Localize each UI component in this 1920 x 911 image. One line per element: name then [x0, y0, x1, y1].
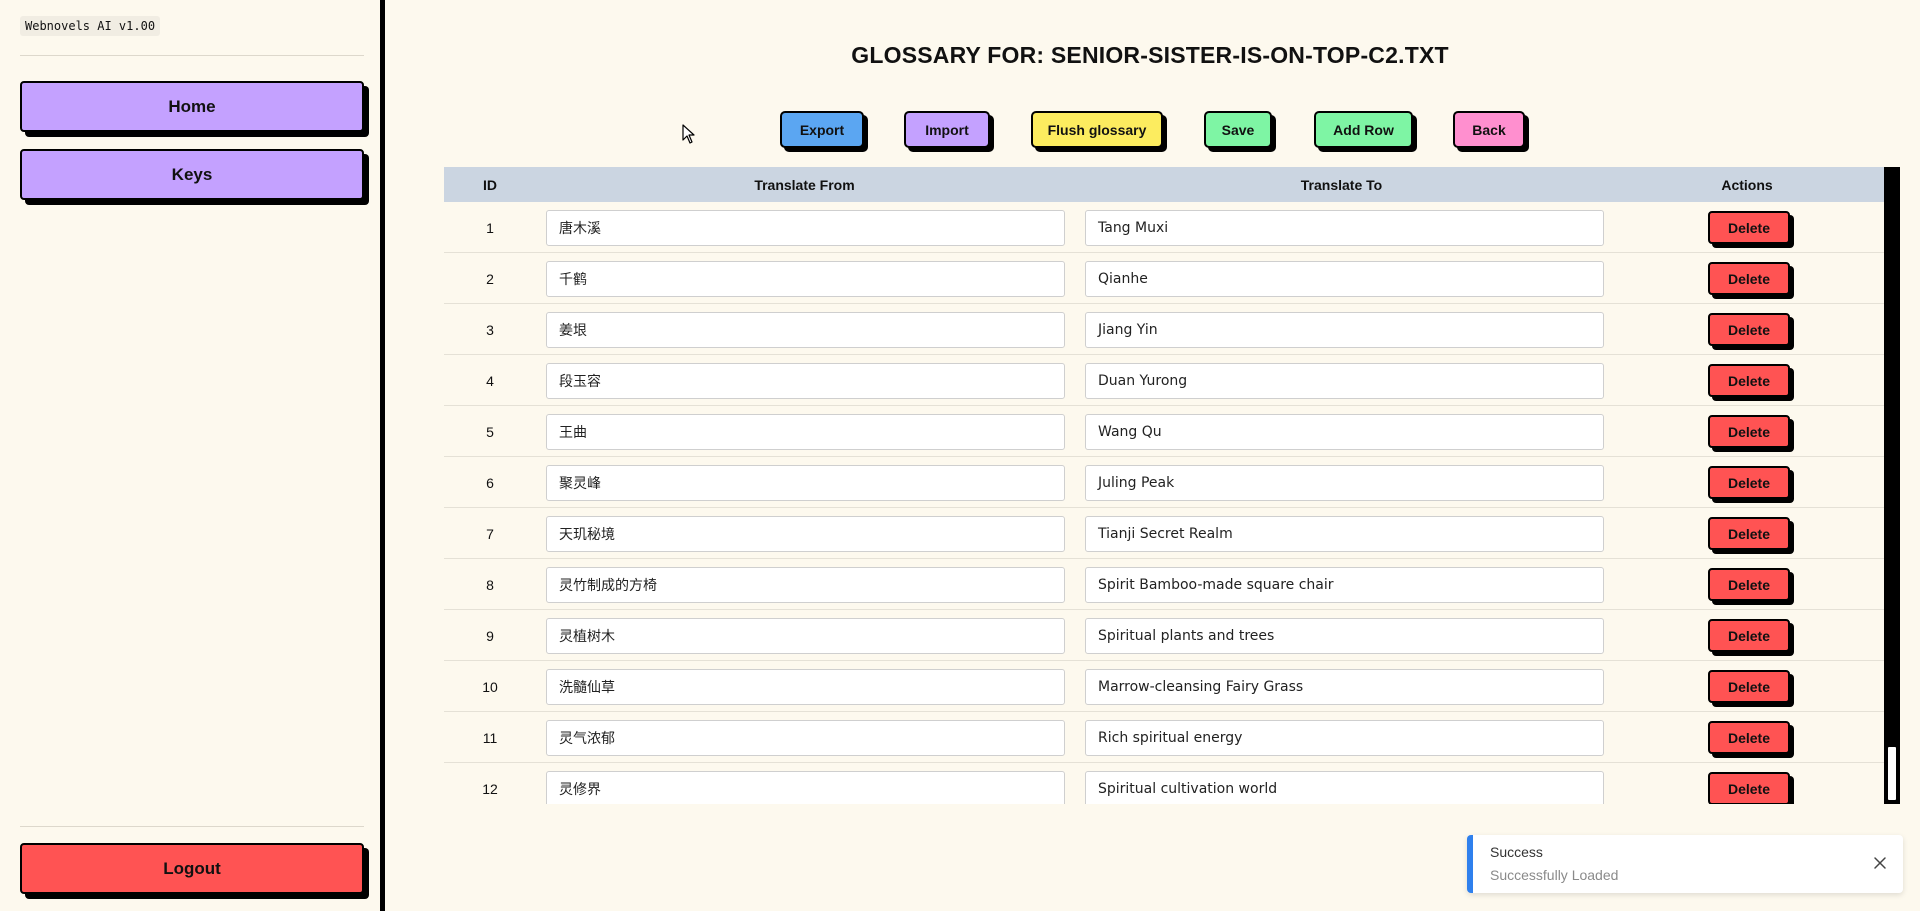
table-row: 4 段玉容 Duan Yurong Delete [444, 355, 1884, 406]
keys-button[interactable]: Keys [20, 149, 364, 200]
table-row: 8 灵竹制成的方椅 Spirit Bamboo-made square chair D… [444, 559, 1884, 610]
row-id: 10 [482, 678, 498, 695]
header-translate-from: Translate From [754, 176, 855, 193]
row-id: 3 [486, 321, 494, 338]
toast-title: Success [1490, 844, 1543, 860]
table-scrollbar[interactable] [1884, 167, 1900, 804]
scrollbar-thumb[interactable] [1888, 747, 1896, 800]
delete-row-button[interactable]: Delete [1708, 721, 1790, 754]
delete-row-button[interactable]: Delete [1708, 772, 1790, 804]
delete-row-button[interactable]: Delete [1708, 466, 1790, 499]
translate-to-input[interactable]: Jiang Yin [1085, 312, 1604, 348]
translate-from-input[interactable]: 千鹤 [546, 261, 1065, 297]
success-toast: Success Successfully Loaded [1467, 835, 1903, 893]
table-row: 5 王曲 Wang Qu Delete [444, 406, 1884, 457]
close-icon[interactable] [1871, 854, 1889, 872]
translate-to-input[interactable]: Duan Yurong [1085, 363, 1604, 399]
translate-from-input[interactable]: 段玉容 [546, 363, 1065, 399]
logout-button[interactable]: Logout [20, 843, 364, 894]
toast-message: Successfully Loaded [1490, 867, 1619, 883]
table-row: 2 千鹤 Qianhe Delete [444, 253, 1884, 304]
translate-from-input[interactable]: 灵气浓郁 [546, 720, 1065, 756]
translate-from-input[interactable]: 姜垠 [546, 312, 1065, 348]
mouse-pointer-icon [682, 124, 695, 144]
back-button[interactable]: Back [1453, 111, 1525, 148]
table-row: 10 洗髓仙草 Marrow-cleansing Fairy Grass Delete [444, 661, 1884, 712]
app-version: Webnovels AI v1.00 [20, 16, 161, 36]
delete-row-button[interactable]: Delete [1708, 211, 1790, 244]
translate-from-input[interactable]: 王曲 [546, 414, 1065, 450]
export-button[interactable]: Export [780, 111, 864, 148]
page-title: GLOSSARY FOR: SENIOR-SISTER-IS-ON-TOP-C2… [851, 42, 1449, 68]
translate-from-input[interactable]: 聚灵峰 [546, 465, 1065, 501]
delete-row-button[interactable]: Delete [1708, 619, 1790, 652]
translate-from-input[interactable]: 洗髓仙草 [546, 669, 1065, 705]
glossary-table: ID Translate From Translate To Actions 1… [444, 167, 1904, 804]
row-id: 5 [486, 423, 494, 440]
table-row: 9 灵植树木 Spiritual plants and trees Delete [444, 610, 1884, 661]
translate-to-input[interactable]: Wang Qu [1085, 414, 1604, 450]
table-row: 12 灵修界 Spiritual cultivation world Delete [444, 763, 1884, 804]
header-translate-to: Translate To [1300, 176, 1383, 193]
translate-to-input[interactable]: Qianhe [1085, 261, 1604, 297]
row-id: 7 [486, 525, 494, 542]
delete-row-button[interactable]: Delete [1708, 364, 1790, 397]
row-id: 11 [482, 729, 498, 746]
import-button[interactable]: Import [904, 111, 990, 148]
translate-from-input[interactable]: 唐木溪 [546, 210, 1065, 246]
delete-row-button[interactable]: Delete [1708, 313, 1790, 346]
table-row: 3 姜垠 Jiang Yin Delete [444, 304, 1884, 355]
table-row: 1 唐木溪 Tang Muxi Delete [444, 202, 1884, 253]
translate-to-input[interactable]: Marrow-cleansing Fairy Grass [1085, 669, 1604, 705]
translate-from-input[interactable]: 灵植树木 [546, 618, 1065, 654]
translate-from-input[interactable]: 灵修界 [546, 771, 1065, 804]
row-id: 4 [486, 372, 494, 389]
sidebar-divider-bottom [20, 826, 364, 827]
row-id: 2 [486, 270, 494, 287]
table-row: 6 聚灵峰 Juling Peak Delete [444, 457, 1884, 508]
table-row: 7 天玑秘境 Tianji Secret Realm Delete [444, 508, 1884, 559]
row-id: 6 [486, 474, 494, 491]
header-id: ID [483, 176, 497, 193]
delete-row-button[interactable]: Delete [1708, 415, 1790, 448]
add-row-button[interactable]: Add Row [1314, 111, 1413, 148]
translate-to-input[interactable]: Juling Peak [1085, 465, 1604, 501]
sidebar-divider [20, 55, 364, 56]
translate-to-input[interactable]: Rich spiritual energy [1085, 720, 1604, 756]
row-id: 12 [482, 780, 498, 797]
header-actions: Actions [1721, 176, 1773, 193]
delete-row-button[interactable]: Delete [1708, 262, 1790, 295]
delete-row-button[interactable]: Delete [1708, 670, 1790, 703]
translate-to-input[interactable]: Tang Muxi [1085, 210, 1604, 246]
translate-from-input[interactable]: 天玑秘境 [546, 516, 1065, 552]
toolbar: Export Import Flush glossary Save Add Ro… [0, 111, 1920, 151]
translate-to-input[interactable]: Spirit Bamboo-made square chair [1085, 567, 1604, 603]
translate-to-input[interactable]: Tianji Secret Realm [1085, 516, 1604, 552]
translate-to-input[interactable]: Spiritual cultivation world [1085, 771, 1604, 804]
delete-row-button[interactable]: Delete [1708, 517, 1790, 550]
table-row: 11 灵气浓郁 Rich spiritual energy Delete [444, 712, 1884, 763]
delete-row-button[interactable]: Delete [1708, 568, 1790, 601]
row-id: 1 [486, 219, 494, 236]
row-id: 9 [486, 627, 494, 644]
save-button[interactable]: Save [1204, 111, 1272, 148]
translate-from-input[interactable]: 灵竹制成的方椅 [546, 567, 1065, 603]
translate-to-input[interactable]: Spiritual plants and trees [1085, 618, 1604, 654]
table-header: ID Translate From Translate To Actions [444, 167, 1884, 202]
table-body: 1 唐木溪 Tang Muxi Delete 2 千鹤 Qianhe Delete 3 姜垠 Jia… [444, 202, 1884, 804]
flush-glossary-button[interactable]: Flush glossary [1031, 111, 1163, 148]
row-id: 8 [486, 576, 494, 593]
